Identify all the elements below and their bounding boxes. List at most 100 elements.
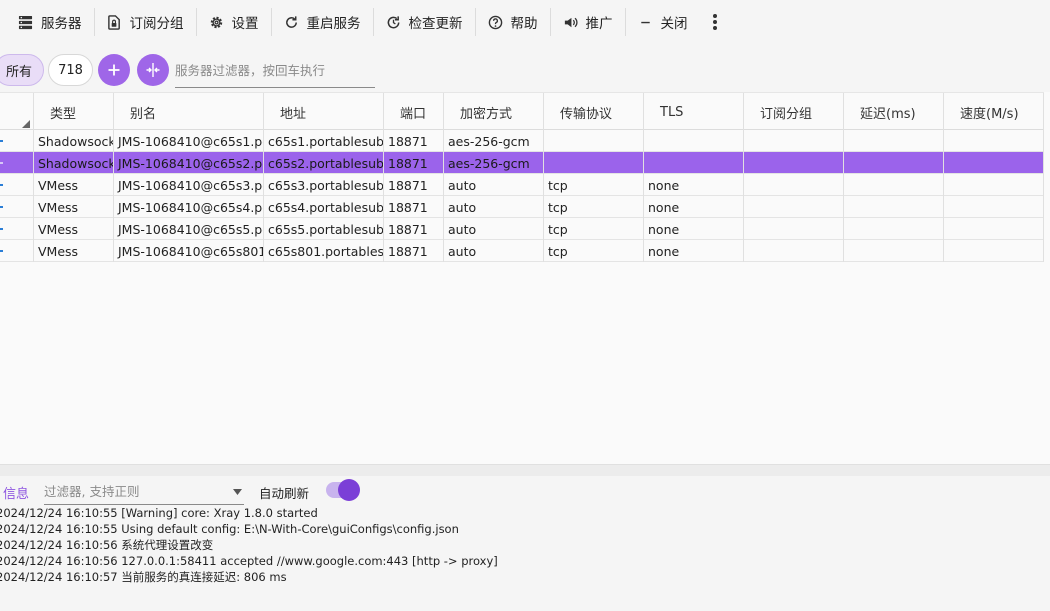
row-marker: [0, 140, 3, 142]
server-filter-row: 所有 718: [0, 50, 1050, 90]
main-toolbar: 服务器 订阅分组 设置 重启服务 检查更新 帮助 推广 关闭: [0, 0, 1050, 44]
restart-service-label: 重启服务: [306, 16, 361, 32]
toolbar-divider: [549, 8, 551, 36]
subscription-group-button[interactable]: 订阅分组: [97, 6, 194, 38]
plus-icon: [108, 64, 120, 76]
all-servers-chip[interactable]: 所有: [0, 54, 44, 86]
log-line: 2024/12/24 16:10:55 [Warning] core: Xray…: [0, 506, 318, 520]
cell-alias: JMS-1068410@c65s3.portablesubmarines.com: [114, 174, 264, 196]
log-filter-input[interactable]: [44, 484, 224, 499]
cell-security: auto: [444, 240, 544, 262]
table-row[interactable]: VMess JMS-1068410@c65s4.portablesubmarin…: [0, 196, 1044, 218]
cell-network: tcp: [544, 196, 644, 218]
pane-splitter[interactable]: [0, 464, 1050, 476]
corner-triangle-icon: [22, 120, 30, 128]
cell-tls: none: [644, 218, 744, 240]
promote-label: 推广: [585, 16, 613, 32]
cell-subscription: [744, 174, 844, 196]
more-menu-button[interactable]: [704, 6, 726, 38]
update-icon: [387, 15, 399, 28]
server-stack-icon: [18, 15, 33, 29]
toolbar-divider: [93, 8, 95, 36]
column-header-port[interactable]: 端口: [384, 93, 444, 131]
column-header-security[interactable]: 加密方式: [444, 93, 544, 131]
cell-network: tcp: [544, 240, 644, 262]
cell-subscription: [744, 152, 844, 174]
add-server-button[interactable]: [98, 54, 130, 86]
row-header[interactable]: [0, 152, 34, 174]
cell-tls: [644, 130, 744, 152]
cell-delay: [844, 218, 944, 240]
cell-speed: [944, 218, 1044, 240]
table-row[interactable]: VMess JMS-1068410@c65s5.portablesubmarin…: [0, 218, 1044, 240]
cell-alias: JMS-1068410@c65s2.portablesubmarines.com: [114, 152, 264, 174]
column-header-network[interactable]: 传输协议: [544, 93, 644, 131]
table-row-selected[interactable]: Shadowsocks JMS-1068410@c65s2.portablesu…: [0, 152, 1044, 174]
help-button[interactable]: 帮助: [478, 6, 548, 38]
table-header: 类型 别名 地址 端口 加密方式 传输协议 TLS 订阅分组 延迟(ms) 速度…: [0, 92, 1044, 131]
cell-port: 18871: [384, 196, 444, 218]
cell-security: auto: [444, 218, 544, 240]
cell-address: c65s1.portablesubmarines.com: [264, 130, 384, 152]
column-header-subscription[interactable]: 订阅分组: [744, 93, 844, 131]
servers-button[interactable]: 服务器: [8, 6, 92, 38]
file-lock-icon: [107, 14, 120, 30]
toolbar-divider: [624, 8, 626, 36]
cell-subscription: [744, 218, 844, 240]
row-marker: [0, 250, 3, 252]
server-filter-input[interactable]: [175, 54, 375, 88]
column-header-speed[interactable]: 速度(M/s): [944, 93, 1044, 131]
cell-speed: [944, 240, 1044, 262]
toolbar-divider: [474, 8, 476, 36]
table-row[interactable]: VMess JMS-1068410@c65s3.portablesubmarin…: [0, 174, 1044, 196]
settings-button[interactable]: 设置: [199, 6, 269, 38]
row-header[interactable]: [0, 196, 34, 218]
cell-tls: none: [644, 240, 744, 262]
cell-alias: JMS-1068410@c65s5.portablesubmarines.com: [114, 218, 264, 240]
cell-network: [544, 152, 644, 174]
servers-label: 服务器: [41, 16, 82, 32]
row-header[interactable]: [0, 174, 34, 196]
column-header-tls[interactable]: TLS: [644, 93, 744, 131]
cell-type: Shadowsocks: [34, 130, 114, 152]
check-update-button[interactable]: 检查更新: [376, 6, 473, 38]
vertical-dots-icon: [712, 14, 717, 30]
select-all-corner[interactable]: [0, 93, 34, 131]
table-row[interactable]: Shadowsocks JMS-1068410@c65s1.portablesu…: [0, 130, 1044, 152]
column-header-address[interactable]: 地址: [264, 93, 384, 131]
chevron-down-icon[interactable]: [233, 489, 242, 495]
cell-type: VMess: [34, 218, 114, 240]
auto-refresh-label: 自动刷新: [259, 486, 310, 501]
toolbar-divider: [372, 8, 374, 36]
column-header-alias[interactable]: 别名: [114, 93, 264, 131]
table-body: Shadowsocks JMS-1068410@c65s1.portablesu…: [0, 130, 1044, 262]
promote-button[interactable]: 推广: [553, 6, 623, 38]
table-row[interactable]: VMess JMS-1068410@c65s801.portablesubmar…: [0, 240, 1044, 262]
cell-port: 18871: [384, 174, 444, 196]
row-header[interactable]: [0, 240, 34, 262]
cell-security: aes-256-gcm: [444, 130, 544, 152]
cell-type: VMess: [34, 174, 114, 196]
cell-address: c65s801.portablesubmarines.com: [264, 240, 384, 262]
log-toolbar: 信息 自动刷新: [0, 476, 1050, 506]
toggle-knob: [338, 479, 360, 501]
cell-delay: [844, 130, 944, 152]
column-header-type[interactable]: 类型: [34, 93, 114, 131]
restart-service-button[interactable]: 重启服务: [274, 6, 371, 38]
cell-type: VMess: [34, 240, 114, 262]
row-header[interactable]: [0, 130, 34, 152]
row-marker: [0, 206, 3, 208]
auto-refresh-toggle[interactable]: [326, 479, 360, 501]
cell-delay: [844, 196, 944, 218]
row-marker: [0, 162, 3, 164]
row-header[interactable]: [0, 218, 34, 240]
log-filter-combobox[interactable]: [44, 479, 244, 505]
split-icon: [146, 63, 160, 77]
log-tab-info[interactable]: 信息: [3, 483, 29, 502]
cell-port: 18871: [384, 130, 444, 152]
column-header-delay[interactable]: 延迟(ms): [844, 93, 944, 131]
speaker-icon: [564, 17, 577, 27]
split-view-button[interactable]: [137, 54, 169, 86]
cell-network: [544, 130, 644, 152]
close-button[interactable]: 关闭: [628, 6, 698, 38]
